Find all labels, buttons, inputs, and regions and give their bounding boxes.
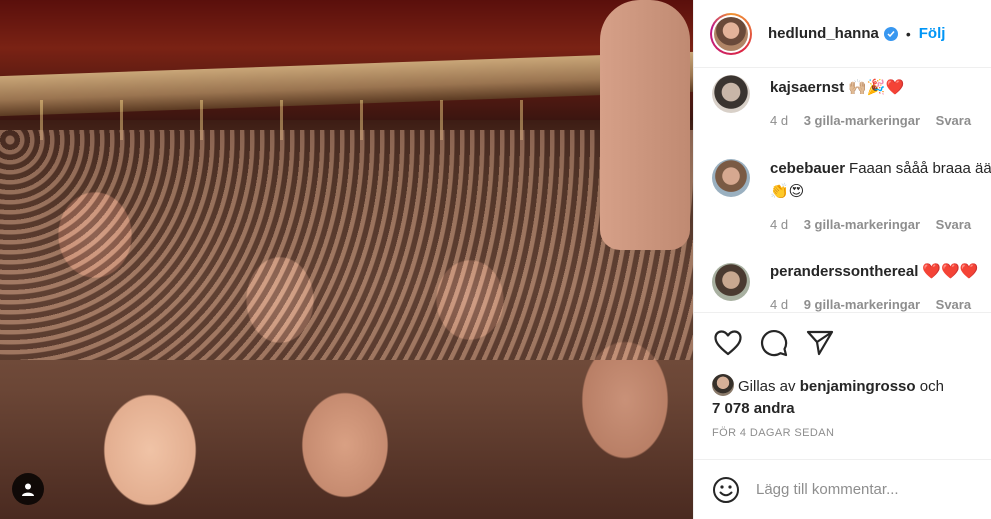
commenter-avatar[interactable]: [712, 159, 750, 197]
photo-audience: [0, 130, 693, 360]
comment-time[interactable]: 4 d: [770, 113, 788, 128]
comment-meta: 4 d 3 gilla-markeringar Svara: [770, 217, 983, 232]
comment-text: kajsaernst 🙌🏼🎉❤️: [770, 76, 991, 99]
likes-connector: och: [919, 378, 944, 395]
author-username[interactable]: hedlund_hanna: [768, 25, 879, 42]
add-comment-bar: [694, 459, 991, 519]
smiley-icon: [713, 476, 739, 503]
comment-item: kajsaernst 🙌🏼🎉❤️ 4 d 3 gilla-markeringar …: [712, 71, 991, 141]
comment-likes[interactable]: 9 gilla-markeringar: [804, 297, 920, 312]
comment-content: 🙌🏼🎉❤️: [848, 79, 905, 96]
comment-text: cebebauer Faaan sååå braaa ääär👏😍: [770, 157, 991, 203]
likes-summary: Gillas av benjamingrosso och 7 078 andra: [712, 374, 987, 420]
post-side-panel: hedlund_hanna • Följ kajsaernst 🙌🏼🎉❤️ 4 d…: [693, 0, 991, 519]
commenter-username[interactable]: kajsaernst: [770, 79, 844, 96]
comment-item: peranderssonthereal ❤️❤️❤️ 4 d 9 gilla-ma…: [712, 259, 991, 312]
follow-button[interactable]: Följ: [919, 25, 946, 42]
share-button[interactable]: [804, 327, 836, 359]
comment-meta: 4 d 3 gilla-markeringar Svara: [770, 113, 983, 128]
post-actions: Gillas av benjamingrosso och 7 078 andra…: [694, 312, 991, 459]
comment-time[interactable]: 4 d: [770, 297, 788, 312]
comment-input[interactable]: [756, 481, 976, 498]
comment-meta: 4 d 9 gilla-markeringar Svara: [770, 297, 983, 312]
commenter-username[interactable]: cebebauer: [770, 160, 845, 177]
comments-list[interactable]: kajsaernst 🙌🏼🎉❤️ 4 d 3 gilla-markeringar …: [694, 69, 991, 312]
post-timestamp[interactable]: FÖR 4 DAGAR SEDAN: [712, 427, 834, 439]
comment-content: ❤️❤️❤️: [922, 263, 979, 280]
user-tag-icon: [22, 483, 34, 496]
verified-badge-icon: [883, 26, 898, 41]
post-photo[interactable]: [0, 0, 693, 519]
comment-time[interactable]: 4 d: [770, 217, 788, 232]
likes-count[interactable]: 7 078 andra: [712, 400, 795, 417]
reply-button[interactable]: Svara: [936, 113, 971, 128]
like-button[interactable]: [712, 327, 744, 359]
commenter-avatar[interactable]: [712, 263, 750, 301]
comment-item: cebebauer Faaan sååå braaa ääär👏😍 4 d 3 g…: [712, 155, 991, 235]
reply-button[interactable]: Svara: [936, 217, 971, 232]
comment-text: peranderssonthereal ❤️❤️❤️: [770, 260, 991, 283]
reply-button[interactable]: Svara: [936, 297, 971, 312]
comment-likes[interactable]: 3 gilla-markeringar: [804, 113, 920, 128]
emoji-button[interactable]: [712, 476, 740, 504]
likes-prefix: Gillas av: [738, 378, 796, 395]
comment-bubble-icon: [760, 329, 788, 357]
user-tag-button[interactable]: [12, 473, 44, 505]
action-icons: [712, 327, 836, 359]
heart-icon: [714, 330, 742, 356]
liker-username[interactable]: benjamingrosso: [800, 378, 916, 395]
commenter-username[interactable]: peranderssonthereal: [770, 263, 918, 280]
comment-likes[interactable]: 3 gilla-markeringar: [804, 217, 920, 232]
post-header: hedlund_hanna • Följ: [694, 0, 991, 68]
paper-plane-icon: [806, 330, 834, 356]
comment-button[interactable]: [758, 327, 790, 359]
photo-raised-arm: [600, 0, 690, 250]
commenter-avatar[interactable]: [712, 75, 750, 113]
author-avatar[interactable]: [710, 12, 752, 55]
liker-avatar[interactable]: [712, 374, 734, 396]
separator-dot: •: [905, 25, 911, 42]
